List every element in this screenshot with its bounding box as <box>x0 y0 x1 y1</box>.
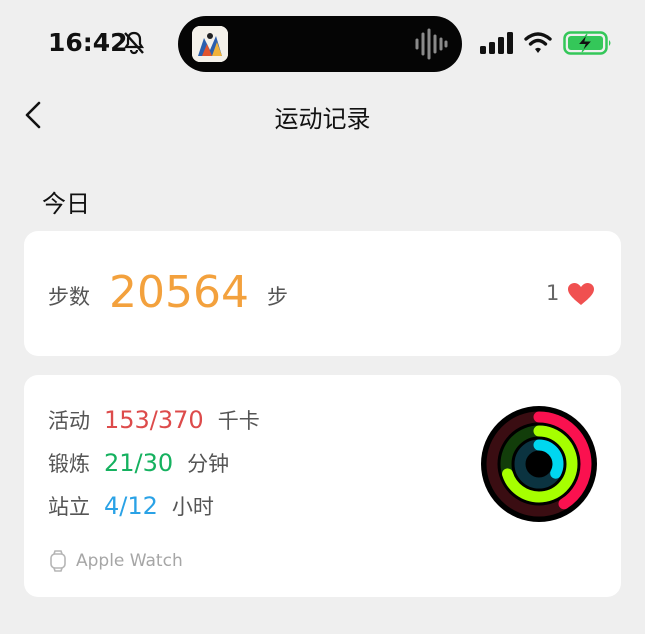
activity-rings[interactable] <box>480 405 598 523</box>
move-unit: 千卡 <box>217 409 260 433</box>
section-title-today: 今日 <box>42 190 90 218</box>
bell-slash-icon <box>123 31 145 55</box>
steps-value: 20564 <box>109 267 249 318</box>
likes-count: 1 <box>546 281 560 305</box>
source-label: Apple Watch <box>76 551 183 571</box>
status-time: 16:42 <box>48 28 128 57</box>
exercise-unit: 分钟 <box>187 452 230 476</box>
steps-label: 步数 <box>48 285 90 309</box>
move-label: 活动 <box>48 409 90 433</box>
heart-icon[interactable] <box>567 282 595 306</box>
wifi-icon <box>524 32 552 53</box>
move-value: 153/370 <box>104 406 204 434</box>
cellular-signal-icon <box>480 32 513 54</box>
dynamic-island[interactable] <box>178 16 462 72</box>
steps-unit: 步 <box>267 285 288 309</box>
steps-card[interactable]: 步数 20564 步 1 <box>24 231 621 356</box>
nav-bar: 运动记录 <box>0 90 645 140</box>
stand-value: 4/12 <box>104 492 158 520</box>
audio-wave-icon <box>415 28 448 60</box>
source-row: Apple Watch <box>48 550 183 572</box>
battery-charging-icon <box>563 31 611 55</box>
activity-card[interactable]: 活动 153/370 千卡 锻炼 21/30 分钟 站立 4/12 小时 App… <box>24 375 621 597</box>
exercise-value: 21/30 <box>104 449 174 477</box>
stand-row: 站立 4/12 小时 <box>48 491 214 521</box>
page-title: 运动记录 <box>274 105 371 133</box>
app-thumbnail <box>192 26 228 62</box>
move-row: 活动 153/370 千卡 <box>48 405 260 435</box>
exercise-row: 锻炼 21/30 分钟 <box>48 448 229 478</box>
stand-label: 站立 <box>48 495 90 519</box>
status-bar: 16:42 <box>0 0 645 90</box>
watch-icon <box>50 550 66 572</box>
stand-unit: 小时 <box>171 495 214 519</box>
exercise-label: 锻炼 <box>48 452 90 476</box>
rings-background <box>481 406 597 522</box>
